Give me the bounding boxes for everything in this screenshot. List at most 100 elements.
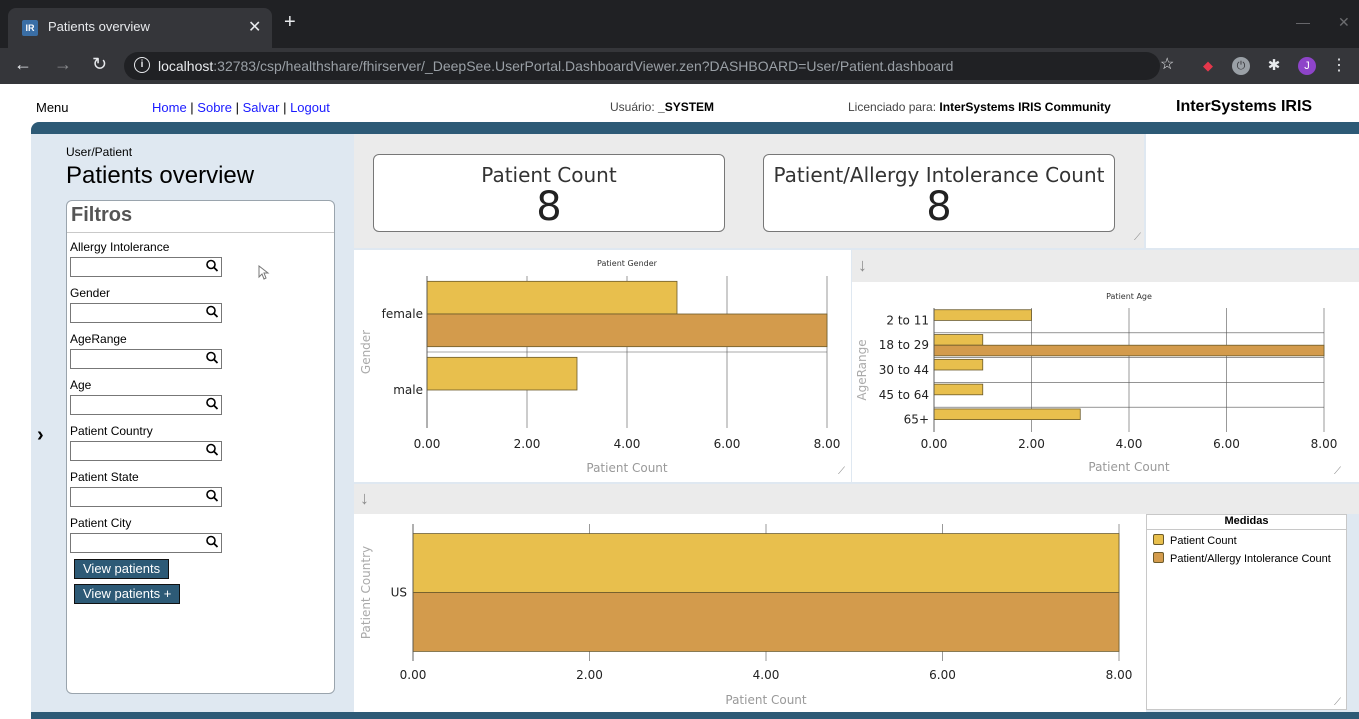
extension-power-icon[interactable]: ⏻ — [1232, 57, 1250, 75]
filters-divider — [67, 232, 334, 233]
filter-input-gender[interactable] — [70, 303, 222, 323]
x-axis-label: Patient Count — [586, 461, 668, 475]
legend-item-allergy-count: Patient/Allergy Intolerance Count — [1153, 552, 1331, 565]
resize-handle-icon[interactable]: ⟋ — [838, 466, 845, 477]
search-icon[interactable] — [205, 258, 219, 274]
filter-label-age: Age — [70, 378, 92, 392]
salvar-link[interactable]: Salvar — [243, 100, 280, 115]
forward-icon[interactable]: → — [54, 54, 72, 75]
gender-chart-panel: 0.00 2.00 4.00 6.00 8.00 female male Patient Ge… — [354, 250, 851, 482]
x-tick-label: 8.00 — [1106, 668, 1133, 682]
filter-input-city[interactable] — [70, 533, 222, 553]
x-tick-label: 0.00 — [921, 437, 948, 451]
search-icon[interactable] — [205, 350, 219, 366]
site-info-icon[interactable]: i — [134, 57, 150, 73]
kpi-patient-count: Patient Count 8 — [373, 154, 725, 232]
legend-title: Medidas — [1147, 515, 1346, 530]
mouse-cursor-icon — [258, 265, 270, 280]
category-label: 65+ — [904, 413, 929, 427]
expand-chevron-icon[interactable]: › — [37, 424, 44, 447]
extensions-puzzle-icon[interactable]: ✱ — [1265, 57, 1283, 75]
x-tick-label: 8.00 — [814, 437, 841, 451]
category-label: female — [382, 307, 423, 321]
chart-title: Patient Age — [1106, 292, 1152, 301]
filters-title: Filtros — [71, 204, 133, 226]
filter-label-agerange: AgeRange — [70, 332, 127, 346]
back-icon[interactable]: ← — [14, 54, 32, 75]
x-tick-label: 6.00 — [1213, 437, 1240, 451]
filter-input-state[interactable] — [70, 487, 222, 507]
drill-down-arrow-icon[interactable]: ↓ — [858, 255, 867, 276]
bar — [933, 334, 984, 346]
menu-link[interactable]: Menu — [36, 100, 69, 115]
search-icon[interactable] — [205, 534, 219, 550]
window-close-icon[interactable]: ✕ — [1338, 14, 1350, 31]
resize-handle-icon[interactable]: ⟋ — [1134, 232, 1141, 243]
address-bar[interactable]: i localhost:32783/csp/healthshare/fhirse… — [124, 52, 1160, 80]
gender-chart: 0.00 2.00 4.00 6.00 8.00 female male Patient Ge… — [359, 259, 841, 475]
age-chart: 0.00 2.00 4.00 6.00 8.00 2 to 11 18 to 29 30 to… — [855, 292, 1338, 474]
filter-input-agerange[interactable] — [70, 349, 222, 369]
category-label: 30 to 44 — [879, 363, 929, 377]
legend-swatch — [1153, 534, 1164, 545]
x-tick-label: 8.00 — [1311, 437, 1338, 451]
home-link[interactable]: Home — [152, 100, 187, 115]
x-tick-label: 0.00 — [414, 437, 441, 451]
bookmark-star-icon[interactable]: ☆ — [1160, 54, 1174, 74]
view-patients-plus-button[interactable]: View patients + — [74, 584, 181, 604]
bar — [412, 592, 1120, 652]
age-panel-toolbar: ↓ — [852, 250, 1359, 282]
x-tick-label: 4.00 — [1116, 437, 1143, 451]
profile-avatar[interactable]: J — [1298, 57, 1316, 75]
url-text: localhost:32783/csp/healthshare/fhirserv… — [158, 58, 954, 74]
browser-menu-icon[interactable]: ⋮ — [1330, 57, 1348, 75]
x-axis-label: Patient Count — [725, 693, 807, 707]
minimize-icon[interactable]: — — [1296, 14, 1310, 30]
view-patients-button[interactable]: View patients — [74, 559, 170, 579]
category-label: 2 to 11 — [886, 313, 929, 327]
sobre-link[interactable]: Sobre — [197, 100, 232, 115]
filter-label-allergy: Allergy Intolerance — [70, 240, 170, 254]
browser-tab[interactable]: IR Patients overview ✕ — [8, 8, 272, 48]
search-icon[interactable] — [205, 396, 219, 412]
resize-handle-icon[interactable]: ⟋ — [1334, 697, 1341, 708]
kpi-allergy-count: Patient/Allergy Intolerance Count 8 — [763, 154, 1115, 232]
y-axis-label: Gender — [359, 330, 373, 374]
x-tick-label: 2.00 — [576, 668, 603, 682]
filters-panel: Filtros Allergy Intolerance Gender AgeRa… — [66, 200, 335, 694]
new-tab-icon[interactable]: + — [284, 12, 296, 32]
search-icon[interactable] — [205, 488, 219, 504]
country-chart: 0.00 2.00 4.00 6.00 8.00 US Patient Count Patie… — [359, 524, 1133, 707]
filter-label-state: Patient State — [70, 470, 139, 484]
tab-title: Patients overview — [48, 19, 150, 34]
kpi-value: 8 — [926, 184, 952, 230]
extension-icon[interactable]: ◆ — [1199, 57, 1217, 75]
x-tick-label: 2.00 — [1018, 437, 1045, 451]
filter-input-allergy[interactable] — [70, 257, 222, 277]
tab-close-icon[interactable]: ✕ — [248, 17, 261, 37]
x-tick-label: 4.00 — [614, 437, 641, 451]
brand-title: InterSystems IRIS — [1176, 98, 1313, 115]
drill-down-arrow-icon[interactable]: ↓ — [360, 488, 369, 509]
bar — [933, 383, 984, 396]
reload-icon[interactable]: ↻ — [92, 54, 107, 75]
x-axis-label: Patient Count — [1088, 460, 1170, 474]
logout-link[interactable]: Logout — [290, 100, 330, 115]
category-label: male — [393, 383, 423, 397]
header-links: Home | Sobre | Salvar | Logout — [152, 100, 330, 115]
breadcrumb: User/Patient — [66, 145, 133, 159]
bar — [933, 358, 984, 371]
bar — [426, 280, 678, 315]
age-chart-panel: 0.00 2.00 4.00 6.00 8.00 2 to 11 18 to 29 30 to… — [852, 282, 1359, 482]
legend-swatch — [1153, 552, 1164, 563]
search-icon[interactable] — [205, 442, 219, 458]
filter-label-city: Patient City — [70, 516, 132, 530]
search-icon[interactable] — [205, 304, 219, 320]
filter-input-country[interactable] — [70, 441, 222, 461]
filter-input-age[interactable] — [70, 395, 222, 415]
favicon-icon: IR — [22, 20, 38, 36]
app-header: Menu Home | Sobre | Salvar | Logout Usuá… — [0, 84, 1359, 122]
resize-handle-icon[interactable]: ⟋ — [1334, 466, 1341, 477]
address-toolbar: ← → ↻ i localhost:32783/csp/healthshare/… — [0, 48, 1359, 84]
bar — [426, 356, 578, 391]
